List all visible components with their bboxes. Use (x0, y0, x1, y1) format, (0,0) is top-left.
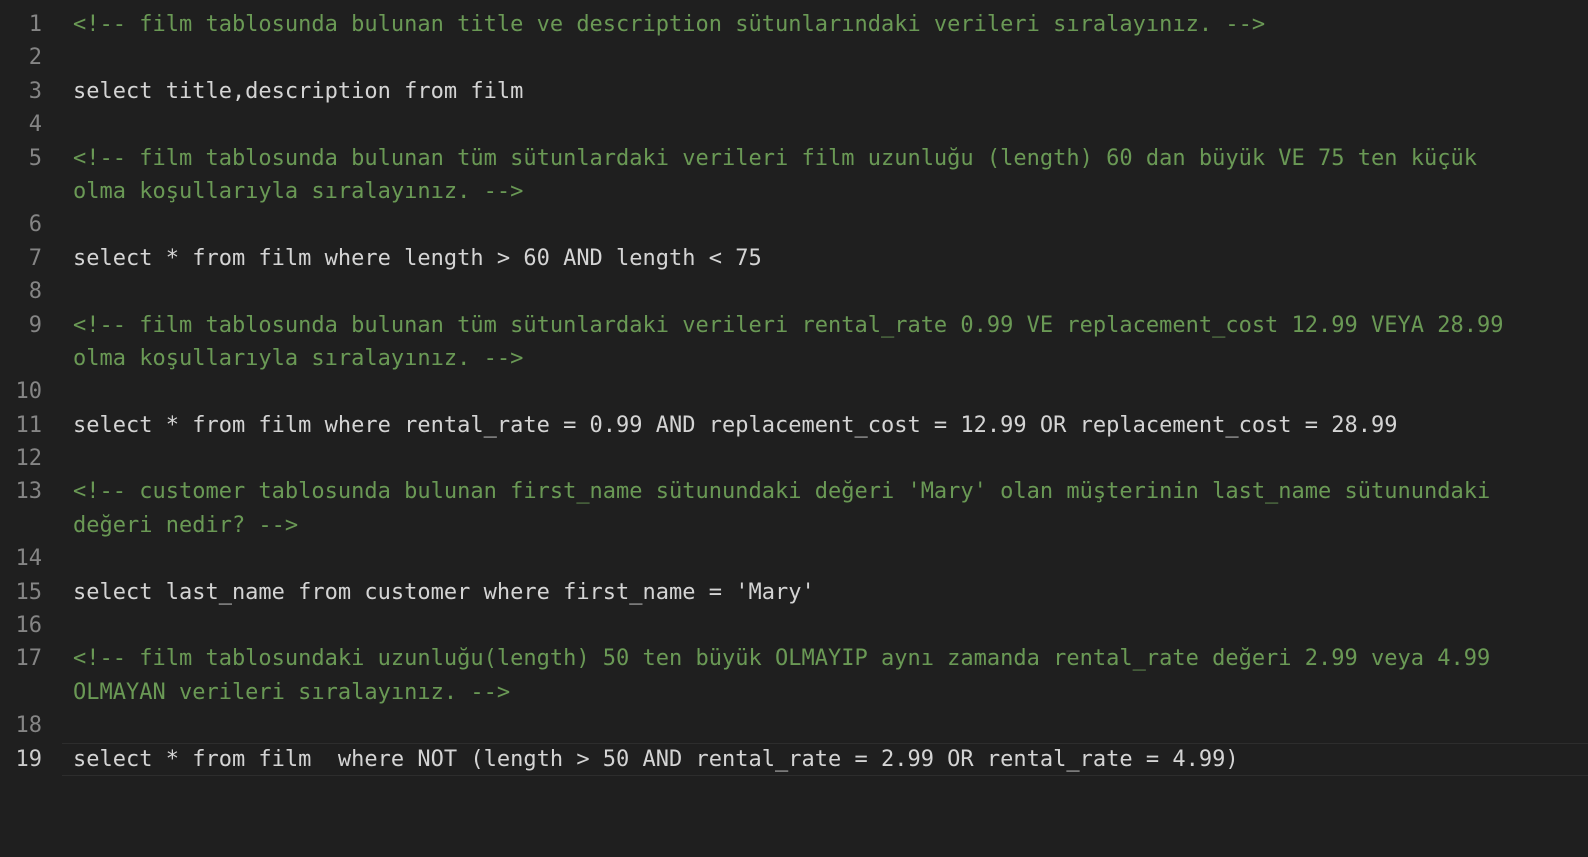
code-line[interactable]: 5 <!-- film tablosunda bulunan tüm sütunl… (0, 142, 1588, 175)
line-number: 11 (15, 412, 43, 438)
code-line[interactable]: 18 (0, 709, 1588, 742)
code-comment[interactable]: olma koşullarıyla sıralayınız. --> (73, 175, 1588, 208)
line-number: 6 (28, 212, 42, 238)
editor-tab-strip (0, 0, 1588, 6)
code-line[interactable]: 3 select title,description from film (0, 75, 1588, 108)
line-number: 8 (28, 279, 42, 305)
line-number: 3 (28, 78, 42, 104)
line-number: 4 (28, 112, 42, 138)
code-line[interactable]: 9 <!-- film tablosunda bulunan tüm sütunl… (0, 309, 1588, 342)
sql-statement[interactable]: select * from film where rental_rate = 0… (73, 409, 1588, 442)
line-number: 18 (15, 713, 43, 739)
code-comment[interactable]: olma koşullarıyla sıralayınız. --> (73, 342, 1588, 375)
sql-statement[interactable]: select title,description from film (73, 75, 1588, 108)
line-number: 7 (28, 245, 42, 271)
code-comment[interactable]: <!-- film tablosunda bulunan title ve de… (73, 8, 1588, 41)
code-line[interactable]: 11 select * from film where rental_rate =… (0, 409, 1588, 442)
code-line[interactable]: 1 <!-- film tablosunda bulunan title ve d… (0, 8, 1588, 41)
code-line[interactable]: OLMAYAN verileri sıralayınız. --> (0, 676, 1588, 709)
code-line[interactable]: olma koşullarıyla sıralayınız. --> (0, 175, 1588, 208)
code-comment[interactable]: <!-- film tablosunda bulunan tüm sütunla… (73, 309, 1588, 342)
code-line[interactable]: değeri nedir? --> (0, 509, 1588, 542)
code-line[interactable]: 16 (0, 609, 1588, 642)
code-line[interactable]: 7 select * from film where length > 60 AN… (0, 242, 1588, 275)
line-number: 14 (15, 546, 43, 572)
code-comment[interactable]: OLMAYAN verileri sıralayınız. --> (73, 676, 1588, 709)
line-number: 16 (15, 613, 43, 639)
line-number: 10 (15, 379, 43, 405)
editor-lines[interactable]: 1 <!-- film tablosunda bulunan title ve d… (0, 8, 1588, 776)
sql-statement[interactable]: select * from film where NOT (length > 5… (73, 743, 1588, 776)
code-line[interactable]: 4 (0, 108, 1588, 141)
active-code-line[interactable]: 19 select * from film where NOT (length >… (0, 742, 1588, 776)
code-line[interactable]: olma koşullarıyla sıralayınız. --> (0, 342, 1588, 375)
code-line[interactable]: 8 (0, 275, 1588, 308)
sql-statement[interactable]: select * from film where length > 60 AND… (73, 242, 1588, 275)
line-number: 15 (15, 579, 43, 605)
code-comment[interactable]: <!-- customer tablosunda bulunan first_n… (73, 475, 1588, 508)
code-line[interactable]: 2 (0, 41, 1588, 74)
line-number: 5 (28, 145, 42, 171)
code-line[interactable]: 10 (0, 375, 1588, 408)
code-line[interactable]: 14 (0, 542, 1588, 575)
line-number: 9 (28, 312, 42, 338)
line-number: 1 (28, 12, 42, 37)
sql-statement[interactable]: select last_name from customer where fir… (73, 576, 1588, 609)
code-comment[interactable]: <!-- film tablosundaki uzunluğu(length) … (73, 642, 1588, 675)
code-line[interactable]: 15 select last_name from customer where f… (0, 576, 1588, 609)
line-number: 19 (15, 746, 43, 772)
code-comment[interactable]: <!-- film tablosunda bulunan tüm sütunla… (73, 142, 1588, 175)
line-number: 2 (28, 45, 42, 71)
code-line[interactable]: 6 (0, 208, 1588, 241)
code-line[interactable]: 12 (0, 442, 1588, 475)
line-number: 12 (15, 446, 43, 472)
code-line[interactable]: 13 <!-- customer tablosunda bulunan first… (0, 475, 1588, 508)
code-line[interactable]: 17 <!-- film tablosundaki uzunluğu(length… (0, 642, 1588, 675)
code-comment[interactable]: değeri nedir? --> (73, 509, 1588, 542)
code-editor[interactable]: 1 <!-- film tablosunda bulunan title ve d… (0, 0, 1588, 857)
line-number: 17 (15, 646, 43, 672)
line-number: 13 (15, 479, 43, 505)
